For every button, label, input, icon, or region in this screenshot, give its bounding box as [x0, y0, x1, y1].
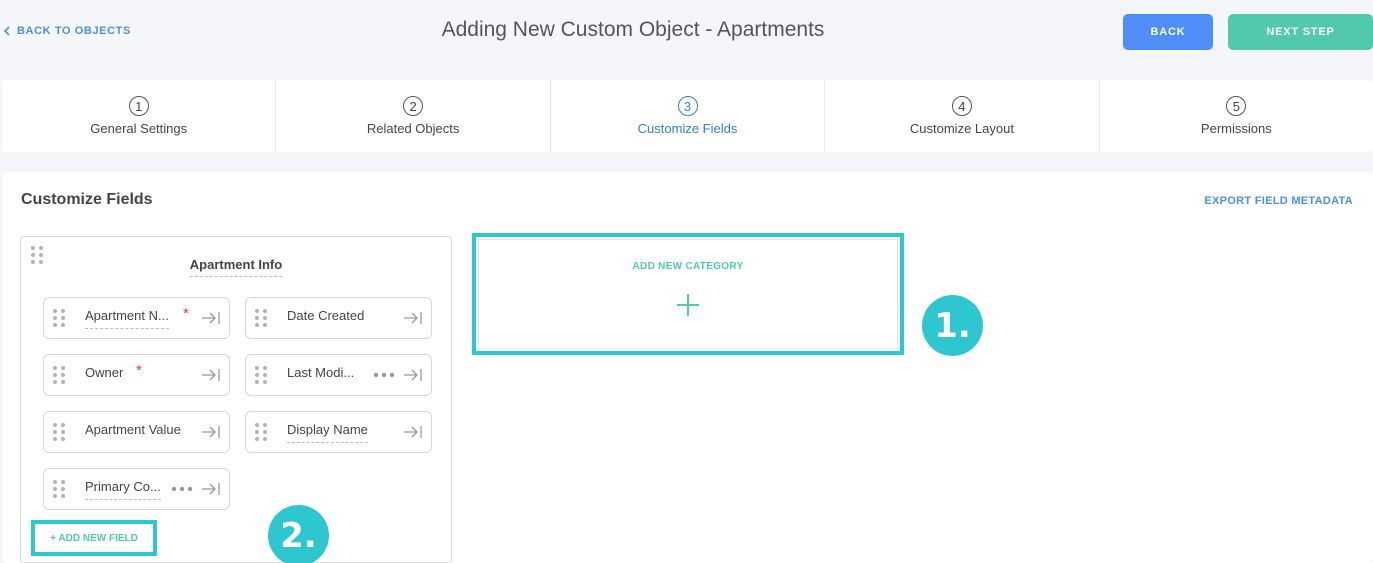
drag-handle-icon[interactable] — [53, 309, 65, 329]
field-label: Apartment Value — [85, 422, 181, 437]
field-last-modified[interactable]: Last Modi... — [245, 354, 432, 396]
field-display-name[interactable]: Display Name — [245, 411, 432, 453]
move-to-end-icon[interactable] — [403, 368, 423, 382]
step-number-icon: 3 — [677, 96, 698, 116]
annotation-badge-2: 2. — [268, 505, 329, 563]
field-label: Display Name — [287, 422, 368, 443]
field-owner[interactable]: Owner * — [43, 354, 230, 396]
drag-handle-icon[interactable] — [255, 309, 267, 329]
step-general-settings[interactable]: 1 General Settings — [2, 80, 277, 152]
step-customize-fields[interactable]: 3 Customize Fields — [551, 80, 826, 152]
step-permissions[interactable]: 5 Permissions — [1100, 80, 1373, 152]
step-number-icon: 4 — [951, 96, 972, 116]
next-step-button[interactable]: NEXT STEP — [1228, 14, 1373, 50]
wizard-stepper: 1 General Settings 2 Related Objects 3 C… — [2, 80, 1373, 152]
step-label: Permissions — [1200, 121, 1272, 136]
add-category-label: ADD NEW CATEGORY — [632, 261, 744, 272]
drag-handle-icon[interactable] — [53, 423, 65, 443]
more-options-icon[interactable] — [373, 372, 395, 378]
required-marker: * — [136, 362, 142, 379]
move-to-end-icon[interactable] — [201, 482, 221, 496]
field-label: Date Created — [287, 308, 365, 323]
page-title: Adding New Custom Object - Apartments — [441, 18, 825, 41]
required-marker: * — [183, 305, 189, 322]
move-to-end-icon[interactable] — [403, 425, 423, 439]
add-new-category-card[interactable]: ADD NEW CATEGORY — [472, 233, 904, 355]
section-title: Customize Fields — [21, 191, 153, 208]
step-number-icon: 1 — [128, 96, 149, 116]
drag-handle-icon[interactable] — [53, 366, 65, 386]
step-label: Related Objects — [366, 121, 460, 136]
field-primary-contact[interactable]: Primary Co... — [43, 468, 230, 510]
step-label: Customize Layout — [909, 121, 1014, 136]
field-label: Apartment N... — [85, 308, 169, 329]
move-to-end-icon[interactable] — [201, 425, 221, 439]
move-to-end-icon[interactable] — [201, 368, 221, 382]
step-label: General Settings — [90, 121, 188, 136]
customize-fields-panel: Customize Fields EXPORT FIELD METADATA A… — [2, 172, 1373, 563]
drag-handle-icon[interactable] — [255, 423, 267, 443]
field-date-created[interactable]: Date Created — [245, 297, 432, 339]
step-label: Customize Fields — [637, 121, 738, 136]
field-apartment-name[interactable]: Apartment N... * — [43, 297, 230, 339]
field-label: Last Modi... — [287, 365, 355, 380]
plus-icon — [677, 294, 699, 316]
more-options-icon[interactable] — [171, 486, 193, 492]
field-apartment-value[interactable]: Apartment Value — [43, 411, 230, 453]
step-customize-layout[interactable]: 4 Customize Layout — [825, 80, 1100, 152]
export-field-metadata-link[interactable]: EXPORT FIELD METADATA — [1204, 195, 1353, 207]
drag-handle-icon[interactable] — [53, 480, 65, 500]
annotation-badge-1: 1. — [922, 295, 983, 356]
field-label: Owner — [85, 365, 124, 380]
move-to-end-icon[interactable] — [201, 311, 221, 325]
step-number-icon: 5 — [1226, 96, 1247, 116]
top-bar: BACK TO OBJECTS Adding New Custom Object… — [0, 0, 1373, 64]
category-card-apartment-info: Apartment Info Apartment N... * Date Cre… — [20, 236, 452, 563]
field-label: Primary Co... — [85, 479, 161, 500]
category-title[interactable]: Apartment Info — [21, 256, 451, 277]
step-related-objects[interactable]: 2 Related Objects — [276, 80, 551, 152]
step-number-icon: 2 — [403, 96, 424, 116]
drag-handle-icon[interactable] — [255, 366, 267, 386]
back-button[interactable]: BACK — [1123, 14, 1213, 50]
move-to-end-icon[interactable] — [403, 311, 423, 325]
add-new-field-button[interactable]: + ADD NEW FIELD — [31, 520, 157, 556]
